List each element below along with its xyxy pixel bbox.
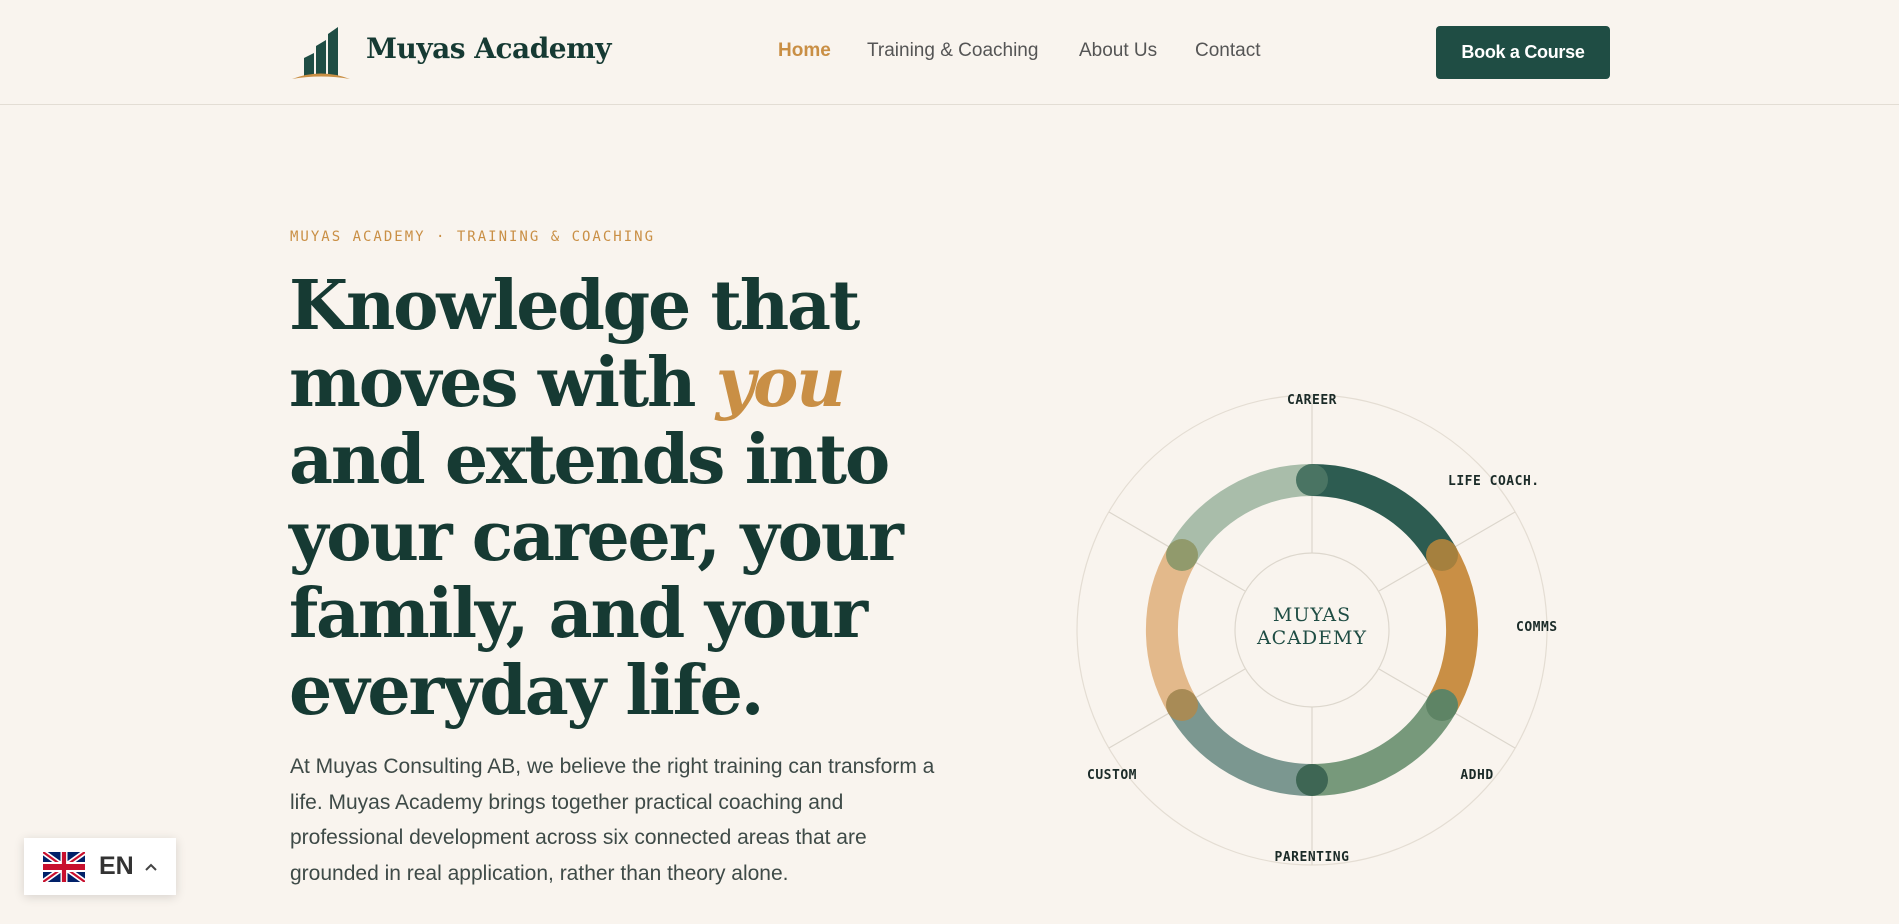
headline-accent: you — [715, 343, 846, 423]
uk-flag-icon — [43, 851, 85, 882]
segment-life-coaching[interactable] — [1311, 463, 1456, 564]
label-comms: COMMS — [1516, 620, 1558, 635]
academy-wheel-diagram: CAREER LIFE COACH. COMMS ADHD PARENTING … — [1076, 393, 1558, 866]
label-adhd: ADHD — [1460, 768, 1493, 783]
segment-custom[interactable] — [1145, 547, 1197, 713]
nav-contact[interactable]: Contact — [1195, 40, 1260, 62]
language-switcher[interactable]: EN — [24, 838, 176, 895]
brand-name[interactable]: Muyas Academy — [366, 32, 611, 65]
logo-icon[interactable] — [290, 24, 352, 80]
label-career: CAREER — [1287, 393, 1337, 408]
book-course-button[interactable]: Book a Course — [1436, 26, 1610, 79]
chevron-up-icon — [145, 863, 157, 871]
language-code: EN — [99, 852, 134, 880]
label-custom: CUSTOM — [1087, 768, 1137, 783]
nav-home[interactable]: Home — [778, 40, 831, 62]
segment-career[interactable] — [1168, 463, 1313, 564]
hub-label-line-1: MUYAS — [1273, 604, 1351, 626]
site-header: Muyas Academy Home Training & Coaching A… — [0, 0, 1899, 105]
label-parenting: PARENTING — [1275, 850, 1350, 865]
segment-parenting[interactable] — [1168, 696, 1313, 797]
hero-lead: At Muyas Consulting AB, we believe the r… — [290, 755, 935, 885]
headline-part-2: and extends into your career, your famil… — [289, 420, 904, 731]
hero-headline: Knowledge that moves with you and extend… — [289, 268, 969, 730]
segment-comms[interactable] — [1427, 547, 1479, 713]
nav-training-coaching[interactable]: Training & Coaching — [867, 40, 1038, 62]
label-life-coaching: LIFE COACH. — [1448, 474, 1540, 489]
hub-label-line-2: ACADEMY — [1256, 627, 1367, 649]
nav-about-us[interactable]: About Us — [1079, 40, 1157, 62]
hero-eyebrow: MUYAS ACADEMY · TRAINING & COACHING — [290, 229, 656, 245]
segment-adhd[interactable] — [1311, 696, 1456, 797]
